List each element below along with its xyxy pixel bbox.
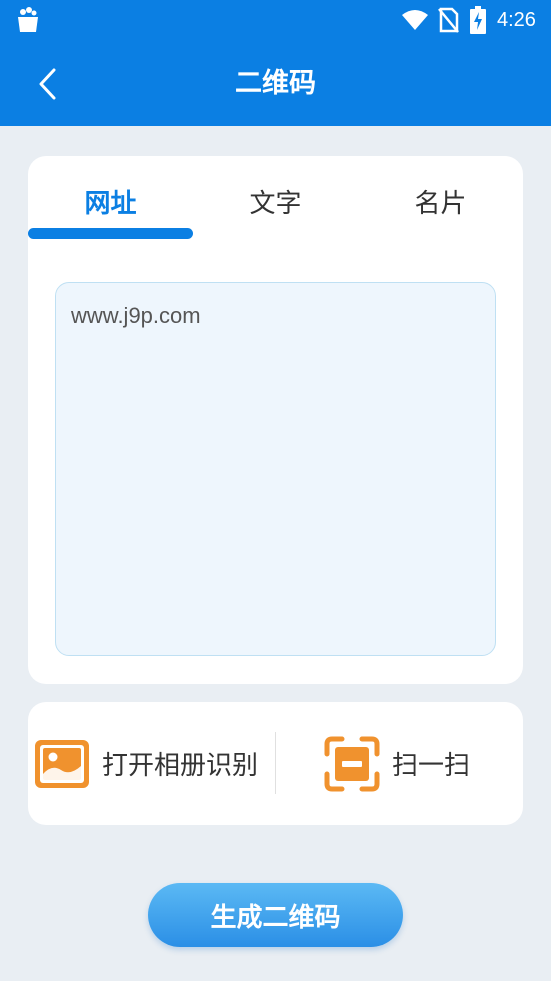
tab-bar: 网址 文字 名片	[28, 156, 523, 246]
scan-icon	[324, 736, 380, 791]
action-card: 打开相册识别 扫一扫	[28, 702, 523, 825]
scan-button[interactable]: 扫一扫	[324, 702, 514, 825]
page-title: 二维码	[235, 68, 316, 99]
generate-qr-button[interactable]: 生成二维码	[148, 883, 403, 947]
tab-url[interactable]: 网址	[28, 184, 193, 224]
tab-indicator	[28, 228, 193, 239]
tab-business-card[interactable]: 名片	[358, 184, 523, 224]
scan-label: 扫一扫	[392, 751, 471, 781]
app-bar: 二维码	[0, 42, 551, 126]
open-album-label: 打开相册识别	[102, 751, 259, 781]
sim-icon	[438, 7, 459, 33]
wifi-icon	[402, 10, 428, 30]
tab-text[interactable]: 文字	[193, 184, 358, 224]
content-input[interactable]	[55, 282, 496, 656]
image-icon	[35, 739, 89, 788]
battery-icon	[470, 6, 486, 34]
status-time: 4:26	[497, 9, 536, 31]
status-bar: 4:26	[0, 0, 551, 42]
shop-icon	[18, 7, 38, 32]
divider	[275, 732, 276, 794]
input-card: 网址 文字 名片	[28, 156, 523, 684]
open-album-button[interactable]: 打开相册识别	[34, 702, 274, 825]
